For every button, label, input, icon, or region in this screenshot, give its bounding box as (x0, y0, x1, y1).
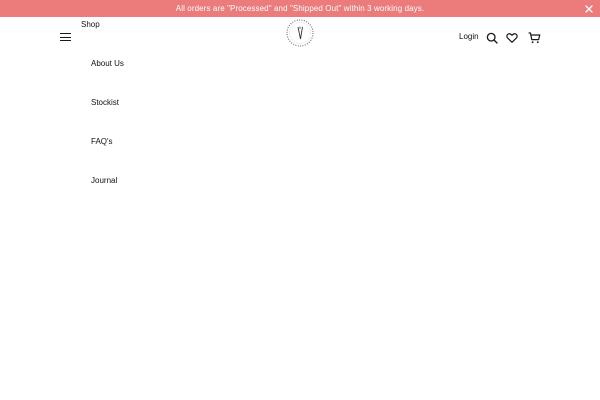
announcement-text: All orders are "Processed" and "Shipped … (175, 4, 425, 13)
heart-icon[interactable] (506, 31, 518, 43)
hamburger-menu-icon[interactable] (60, 31, 72, 43)
menu-item-journal[interactable]: Journal (91, 176, 117, 185)
menu-item-about-us[interactable]: About Us (91, 59, 124, 68)
announcement-bar: All orders are "Processed" and "Shipped … (0, 0, 600, 17)
menu-item-faqs[interactable]: FAQ's (91, 137, 113, 146)
login-link[interactable]: Login (459, 32, 479, 41)
brand-logo[interactable] (285, 18, 315, 48)
close-icon[interactable] (583, 3, 594, 14)
search-icon[interactable] (486, 31, 498, 44)
menu-item-stockist[interactable]: Stockist (91, 98, 119, 107)
menu-item-shop[interactable]: Shop (81, 20, 100, 29)
cart-icon[interactable] (528, 31, 541, 44)
